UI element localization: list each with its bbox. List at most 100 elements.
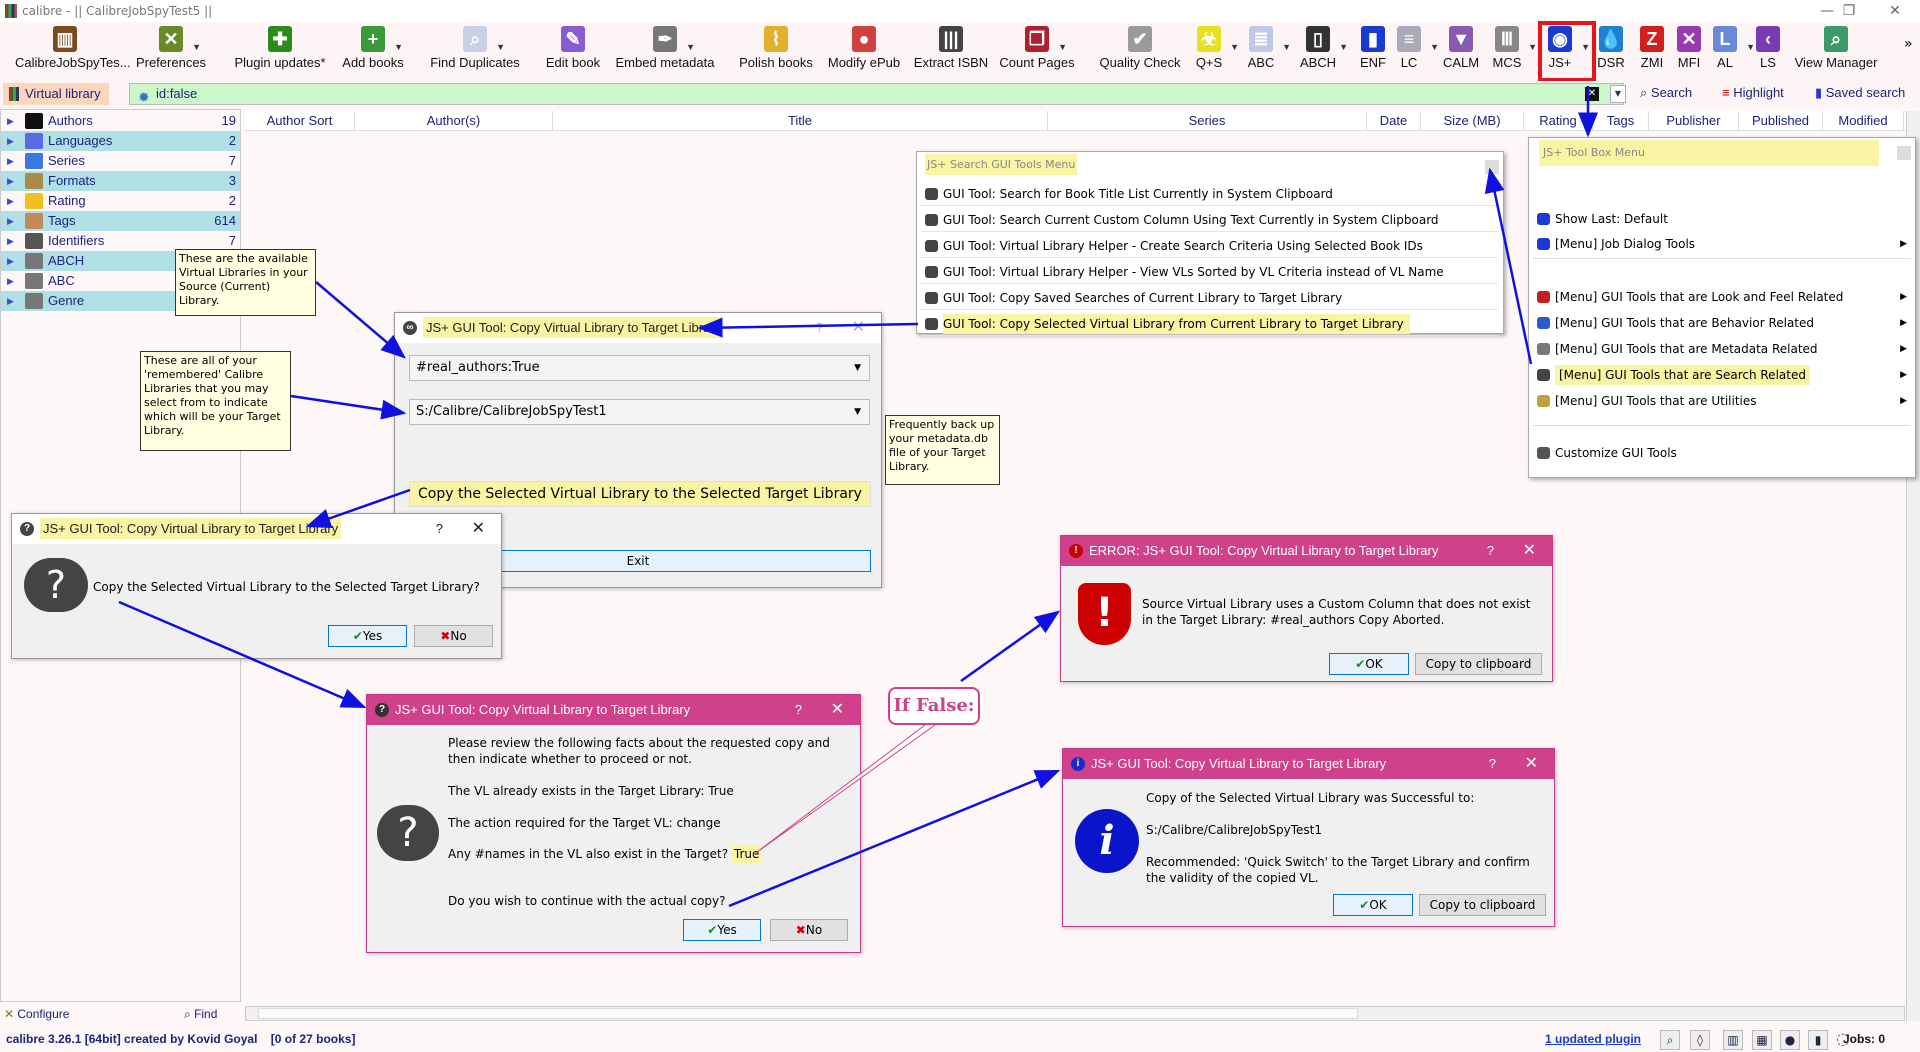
search-menu-item[interactable]: GUI Tool: Search Current Custom Column U… — [921, 208, 1499, 232]
chevron-down-icon[interactable]: ▼ — [394, 42, 403, 52]
highlight-toggle[interactable]: ≡ Highlight — [1722, 85, 1784, 100]
configure-button[interactable]: ✕ Configure — [4, 1007, 69, 1021]
column-header[interactable]: Series — [1048, 111, 1367, 131]
clear-search-icon[interactable]: ✕ — [1585, 87, 1599, 101]
no-button[interactable]: ✖No — [414, 625, 493, 647]
expand-arrow-icon[interactable]: ▶ — [7, 151, 14, 171]
restore-button[interactable]: ❐ — [1826, 0, 1872, 22]
target-library-select[interactable]: S:/Calibre/CalibreJobSpyTest1 ▼ — [409, 399, 870, 425]
toolbar-button-find-duplicates[interactable]: ⌕ Find Duplicates ▼ — [425, 24, 525, 80]
toolbar-button-plugin-updates[interactable]: ✚ Plugin updates* — [230, 24, 330, 80]
menu-close-button[interactable] — [1897, 146, 1911, 160]
close-button[interactable]: ✕ — [472, 514, 485, 544]
close-button[interactable]: ✕ — [1872, 0, 1918, 22]
toolbox-menu-item[interactable]: [Menu] GUI Tools that are Search Related… — [1533, 363, 1911, 387]
copy-vl-button[interactable]: Copy the Selected Virtual Library to the… — [409, 481, 871, 507]
close-button[interactable]: ✕ — [852, 313, 865, 343]
help-button[interactable]: ? — [1489, 749, 1496, 779]
expand-arrow-icon[interactable]: ▶ — [7, 111, 14, 131]
expand-arrow-icon[interactable]: ▶ — [7, 171, 14, 191]
expand-arrow-icon[interactable]: ▶ — [7, 271, 14, 291]
toolbox-menu-item[interactable]: [Menu] GUI Tools that are Metadata Relat… — [1533, 337, 1911, 361]
ok-button[interactable]: ✔OK — [1329, 653, 1409, 675]
toolbar-overflow-button[interactable]: » — [1904, 36, 1913, 52]
expand-arrow-icon[interactable]: ▶ — [7, 251, 14, 271]
column-header[interactable]: Published — [1739, 111, 1823, 131]
toolbar-button-calibrejobspytes[interactable]: ▥ CalibreJobSpyTes... — [15, 24, 131, 80]
expand-arrow-icon[interactable]: ▶ — [7, 211, 14, 231]
tag-layout-icon[interactable]: ◊ — [1690, 1030, 1710, 1050]
toolbar-button-add-books[interactable]: + Add books ▼ — [323, 24, 423, 80]
toolbar-button-modify-epub[interactable]: ● Modify ePub — [814, 24, 914, 80]
expand-arrow-icon[interactable]: ▶ — [7, 191, 14, 211]
tag-browser-item[interactable]: ▶ Authors 19 — [1, 111, 240, 131]
chevron-down-icon[interactable]: ▼ — [1058, 42, 1067, 52]
tag-browser-item[interactable]: ▶ Identifiers 7 — [1, 231, 240, 251]
scrollbar-thumb[interactable] — [258, 1008, 1358, 1019]
tag-browser-item[interactable]: ▶ Formats 3 — [1, 171, 240, 191]
chevron-down-icon[interactable]: ▼ — [192, 42, 201, 52]
help-button[interactable]: ? — [816, 313, 823, 343]
details-icon[interactable]: ● — [1780, 1030, 1800, 1050]
saved-search-button[interactable]: ▮ Saved search — [1815, 85, 1905, 101]
chevron-down-icon[interactable]: ▼ — [686, 42, 695, 52]
search-layout-icon[interactable]: ⌕ — [1660, 1030, 1680, 1050]
toolbox-menu-item[interactable]: [Menu] GUI Tools that are Behavior Relat… — [1533, 311, 1911, 335]
toolbox-menu-item[interactable]: Show Last: Default — [1533, 207, 1911, 231]
close-button[interactable]: ✕ — [831, 695, 844, 725]
column-header[interactable]: Date — [1367, 111, 1421, 131]
column-header[interactable]: Title — [553, 111, 1048, 131]
expand-arrow-icon[interactable]: ▶ — [7, 291, 14, 311]
toolbox-menu-item[interactable]: [Menu] GUI Tools that are Look and Feel … — [1533, 285, 1911, 309]
expand-arrow-icon[interactable]: ▶ — [7, 231, 14, 251]
toolbox-menu-item[interactable]: [Menu] GUI Tools that are Utilities ▶ — [1533, 389, 1911, 413]
search-menu-item[interactable]: GUI Tool: Virtual Library Helper - Creat… — [921, 234, 1499, 258]
help-button[interactable]: ? — [795, 695, 802, 725]
search-input[interactable]: ✹ id:false ✕ — [129, 83, 1624, 105]
no-button[interactable]: ✖No — [770, 919, 848, 941]
toolbar-button-extract-isbn[interactable]: ||| Extract ISBN — [901, 24, 1001, 80]
cover-grid-icon[interactable]: ▥ — [1723, 1030, 1743, 1050]
yes-button[interactable]: ✔Yes — [328, 625, 407, 647]
column-header[interactable]: Publisher — [1649, 111, 1739, 131]
search-menu-item[interactable]: GUI Tool: Copy Saved Searches of Current… — [921, 286, 1499, 310]
toolbar-button-embed-metadata[interactable]: ✒ Embed metadata ▼ — [615, 24, 715, 80]
horizontal-scrollbar[interactable] — [245, 1006, 1905, 1021]
search-menu-item[interactable]: GUI Tool: Search for Book Title List Cur… — [921, 182, 1499, 206]
copy-to-clipboard-button[interactable]: Copy to clipboard — [1419, 894, 1546, 916]
yes-button[interactable]: ✔Yes — [683, 919, 761, 941]
tag-browser-item[interactable]: ▶ Tags 614 — [1, 211, 240, 231]
tag-browser-item[interactable]: ▶ Languages 2 — [1, 131, 240, 151]
search-menu-item[interactable]: GUI Tool: Copy Selected Virtual Library … — [921, 312, 1499, 336]
book-details-icon[interactable]: ▮ — [1808, 1030, 1828, 1050]
column-header[interactable]: Tags — [1593, 111, 1649, 131]
close-button[interactable]: ✕ — [1525, 749, 1538, 779]
updated-plugin-link[interactable]: 1 updated plugin — [1545, 1028, 1641, 1050]
column-header[interactable]: Size (MB) — [1421, 111, 1524, 131]
help-button[interactable]: ? — [436, 514, 443, 544]
virtual-library-select[interactable]: #real_authors:True ▼ — [409, 355, 870, 381]
close-button[interactable]: ✕ — [1523, 536, 1536, 566]
search-history-dropdown[interactable]: ▼ — [1610, 85, 1626, 103]
column-header[interactable]: Author Sort — [245, 111, 355, 131]
chevron-down-icon[interactable]: ▼ — [496, 42, 505, 52]
copy-to-clipboard-button[interactable]: Copy to clipboard — [1415, 653, 1542, 675]
column-header[interactable]: Rating — [1524, 111, 1593, 131]
toolbar-button-count-pages[interactable]: ❒ Count Pages ▼ — [987, 24, 1087, 80]
grid-view-icon[interactable]: ▦ — [1752, 1030, 1772, 1050]
toolbar-button-polish-books[interactable]: ⌇ Polish books — [726, 24, 826, 80]
menu-close-button[interactable] — [1485, 160, 1499, 174]
tag-browser-item[interactable]: ▶ Series 7 — [1, 151, 240, 171]
virtual-library-button[interactable]: Virtual library — [3, 83, 109, 105]
find-button[interactable]: ⌕ Find — [184, 1007, 217, 1022]
help-button[interactable]: ? — [1487, 536, 1494, 566]
expand-arrow-icon[interactable]: ▶ — [7, 131, 14, 151]
search-button[interactable]: ⌕ Search — [1640, 85, 1692, 101]
ok-button[interactable]: ✔OK — [1333, 894, 1413, 916]
column-header[interactable]: Modified — [1823, 111, 1904, 131]
column-header[interactable]: Author(s) — [355, 111, 553, 131]
toolbar-button-preferences[interactable]: ✕ Preferences ▼ — [121, 24, 221, 80]
toolbar-button-edit-book[interactable]: ✎ Edit book — [523, 24, 623, 80]
toolbox-menu-item[interactable]: Customize GUI Tools — [1533, 441, 1911, 465]
search-menu-item[interactable]: GUI Tool: Virtual Library Helper - View … — [921, 260, 1499, 284]
